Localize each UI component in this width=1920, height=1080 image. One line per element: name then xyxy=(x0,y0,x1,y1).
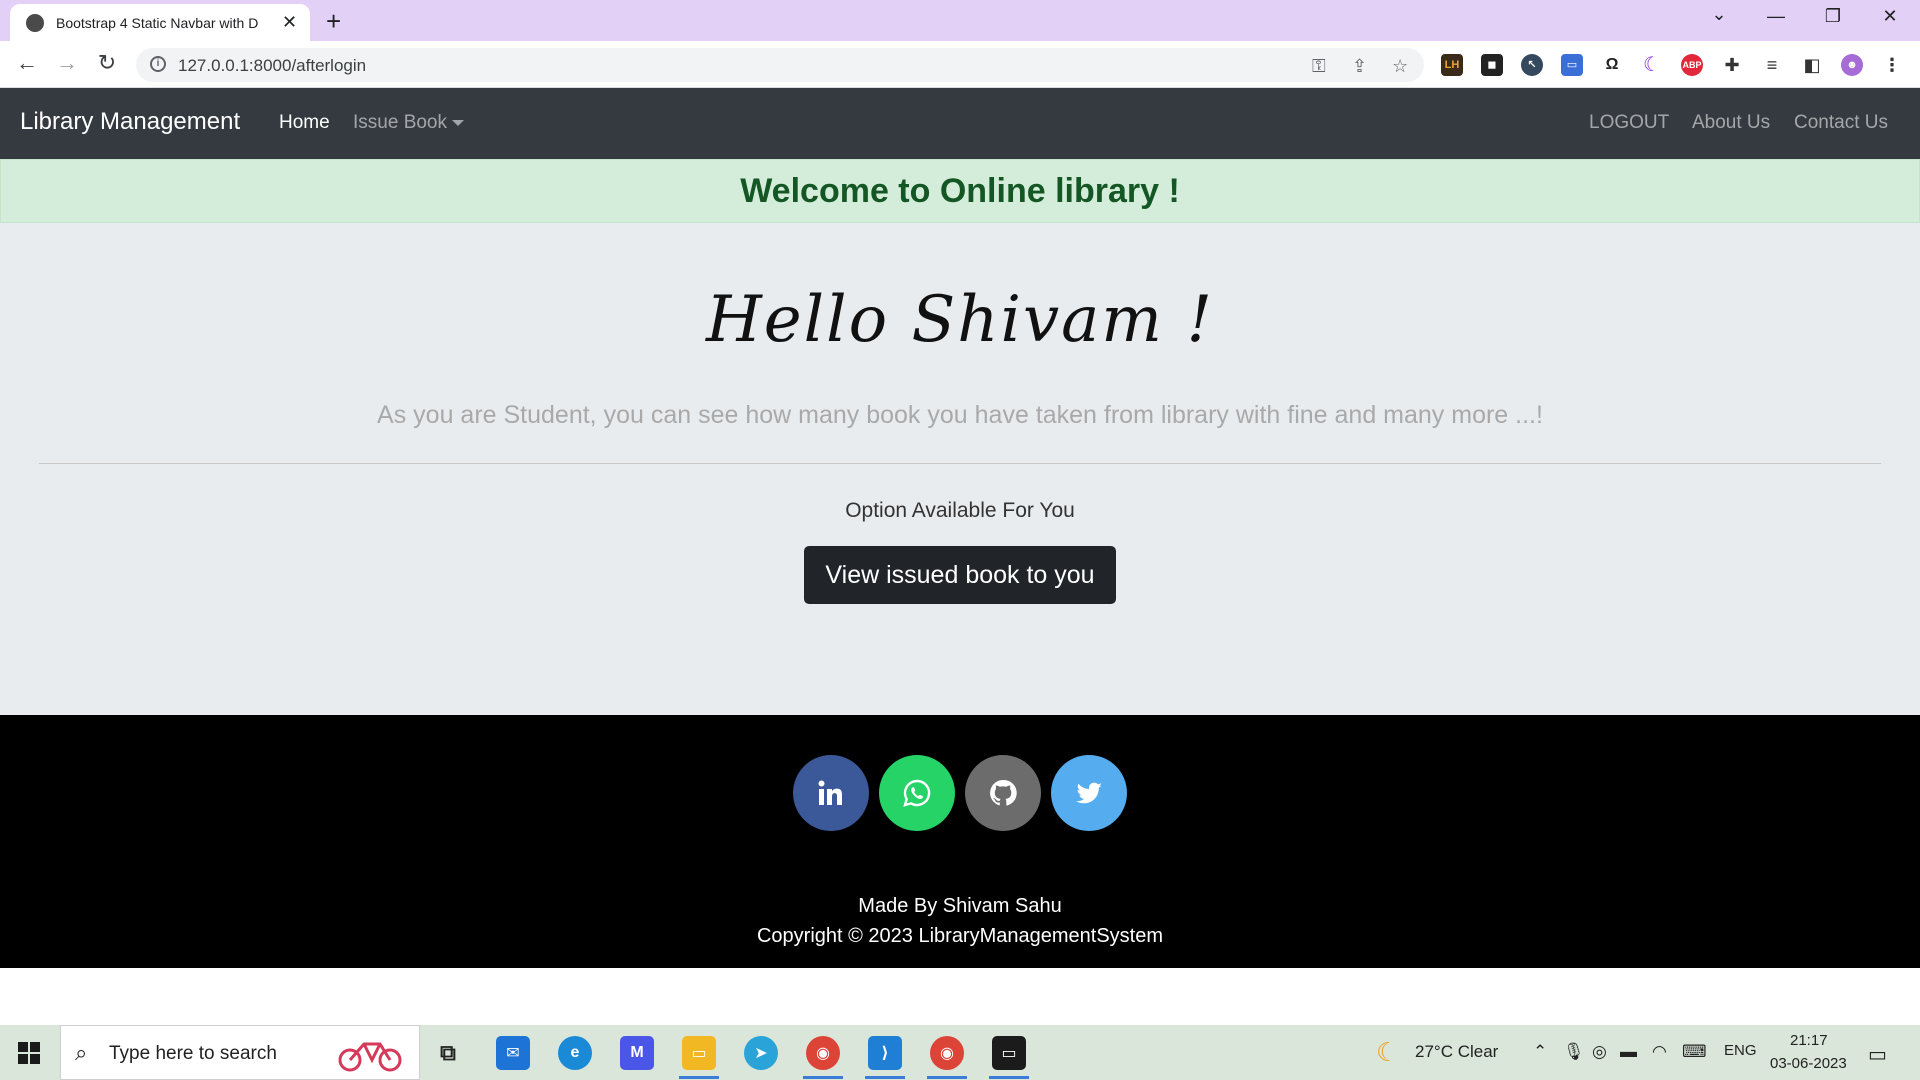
clock-date[interactable]: 03-06-2023 xyxy=(1770,1055,1847,1072)
weather-text[interactable]: 27°C Clear xyxy=(1415,1042,1498,1062)
browser-toolbar: ← → ↻ i 127.0.0.1:8000/afterlogin ⚿ ⇪ ☆ … xyxy=(0,41,1920,88)
show-hidden-icons-icon[interactable]: ⌃ xyxy=(1533,1042,1547,1062)
divider xyxy=(39,463,1881,464)
file-explorer-active-indicator xyxy=(679,1076,719,1079)
mail-app-icon[interactable]: ✉ xyxy=(496,1036,530,1070)
search-icon: ⌕ xyxy=(75,1040,88,1065)
window-close-icon[interactable]: ✕ xyxy=(1870,6,1910,27)
reload-icon[interactable]: ↻ xyxy=(92,50,122,76)
chrome-app-icon[interactable]: ◉ xyxy=(806,1036,840,1070)
side-panel-icon[interactable]: ◧ xyxy=(1801,54,1823,76)
nav-link-contact-us[interactable]: Contact Us xyxy=(1794,112,1888,134)
view-issued-book-button[interactable]: View issued book to you xyxy=(804,546,1116,604)
forward-icon[interactable]: → xyxy=(52,50,82,76)
bicycle-icon xyxy=(338,1042,402,1072)
language-indicator[interactable]: ENG xyxy=(1724,1042,1757,1059)
whatsapp-icon xyxy=(903,779,931,807)
browser-menu-icon[interactable]: ⋮ xyxy=(1881,54,1903,76)
lighthouse-extension-icon[interactable]: LH xyxy=(1441,54,1463,76)
vscode-active-indicator xyxy=(865,1076,905,1079)
caret-down-icon xyxy=(452,119,464,126)
taskbar-search-box[interactable]: ⌕ Type here to search xyxy=(60,1025,420,1080)
notifications-icon[interactable]: ▭ xyxy=(1868,1042,1887,1067)
terminal-active-indicator xyxy=(989,1076,1029,1079)
greeting-heading: Hello Shivam ! xyxy=(705,283,1215,357)
welcome-alert-text: Welcome to Online library ! xyxy=(740,172,1180,210)
keyboard-icon[interactable]: ⌨ xyxy=(1682,1042,1707,1062)
tab-title: Bootstrap 4 Static Navbar with D xyxy=(56,14,259,31)
address-bar[interactable]: i 127.0.0.1:8000/afterlogin ⚿ ⇪ ☆ xyxy=(136,48,1424,82)
taskbar-search-placeholder: Type here to search xyxy=(109,1043,277,1064)
url-text[interactable]: 127.0.0.1:8000/afterlogin xyxy=(178,56,366,76)
footer: Made By Shivam Sahu Copyright © 2023 Lib… xyxy=(0,715,1920,968)
github-button[interactable] xyxy=(965,755,1041,831)
dark-mode-extension-icon[interactable]: ☾ xyxy=(1641,54,1663,76)
options-label: Option Available For You xyxy=(845,499,1075,522)
welcome-alert: Welcome to Online library ! xyxy=(0,159,1920,223)
chrome-active-indicator xyxy=(803,1076,843,1079)
github-icon xyxy=(990,779,1017,806)
new-tab-icon[interactable]: + xyxy=(326,6,341,37)
close-tab-icon[interactable]: ✕ xyxy=(282,12,297,33)
twitter-icon xyxy=(1076,782,1102,804)
bookmark-star-icon[interactable]: ☆ xyxy=(1392,56,1408,77)
nav-link-issue-book-label: Issue Book xyxy=(353,112,447,133)
profile-avatar[interactable]: ☻ xyxy=(1841,54,1863,76)
nav-link-home[interactable]: Home xyxy=(279,112,330,134)
linkedin-icon xyxy=(818,780,842,805)
nav-link-logout[interactable]: LOGOUT xyxy=(1589,112,1669,134)
share-icon[interactable]: ⇪ xyxy=(1352,56,1367,77)
info-icon[interactable]: i xyxy=(150,56,166,72)
tab-search-icon[interactable]: ⌄ xyxy=(1699,4,1739,25)
back-icon[interactable]: ← xyxy=(12,50,42,76)
moon-weather-icon[interactable]: ☾ xyxy=(1376,1037,1399,1068)
browser-tab-strip: Bootstrap 4 Static Navbar with D ✕ + ⌄ —… xyxy=(0,0,1920,41)
telegram-app-icon[interactable]: ➤ xyxy=(744,1036,778,1070)
chrome-profile-active-indicator xyxy=(927,1076,967,1079)
webcam-icon[interactable]: ◎ xyxy=(1592,1042,1607,1062)
adblock-extension-icon[interactable]: ABP xyxy=(1681,54,1703,76)
windows-start-icon[interactable] xyxy=(18,1042,40,1064)
whatsapp-button[interactable] xyxy=(879,755,955,831)
twitter-button[interactable] xyxy=(1051,755,1127,831)
file-explorer-icon[interactable]: ▭ xyxy=(682,1036,716,1070)
screen-extension-icon[interactable]: ▭ xyxy=(1561,54,1583,76)
puzzle-extensions-icon[interactable]: ✚ xyxy=(1721,54,1743,76)
copyright-text: Copyright © 2023 LibraryManagementSystem xyxy=(756,925,1164,947)
edge-app-icon[interactable]: e xyxy=(558,1036,592,1070)
clock-time[interactable]: 21:17 xyxy=(1790,1032,1828,1049)
globe-icon xyxy=(26,13,44,32)
vscode-app-icon[interactable]: ⟩ xyxy=(868,1036,902,1070)
windows-taskbar: ⌕ Type here to search ⧉ ✉ e M ▭ ➤ ◉ ⟩ ◉ … xyxy=(0,1025,1920,1080)
nav-dropdown-issue-book[interactable]: Issue Book xyxy=(353,112,464,134)
lead-text: As you are Student, you can see how many… xyxy=(377,401,1543,429)
omega-extension-icon[interactable]: Ω xyxy=(1601,54,1623,76)
cursor-extension-icon[interactable]: ↖ xyxy=(1521,54,1543,76)
browser-tab[interactable]: Bootstrap 4 Static Navbar with D ✕ xyxy=(10,4,310,41)
web-page: Library Management Home Issue Book LOGOU… xyxy=(0,88,1920,1025)
extension-icon[interactable]: ◼ xyxy=(1481,54,1503,76)
minimize-icon[interactable]: — xyxy=(1756,6,1796,27)
maple-app-icon[interactable]: M xyxy=(620,1036,654,1070)
navbar-brand[interactable]: Library Management xyxy=(20,108,240,136)
chrome-profile-app-icon[interactable]: ◉ xyxy=(930,1036,964,1070)
terminal-app-icon[interactable]: ▭ xyxy=(992,1036,1026,1070)
media-controls-icon[interactable]: ≡ xyxy=(1761,54,1783,76)
nav-link-about-us[interactable]: About Us xyxy=(1692,112,1770,134)
key-icon[interactable]: ⚿ xyxy=(1312,56,1326,77)
task-view-icon[interactable]: ⧉ xyxy=(431,1036,465,1070)
made-by-text: Made By Shivam Sahu xyxy=(858,895,1062,917)
restore-icon[interactable]: ❐ xyxy=(1813,6,1853,27)
wifi-icon[interactable]: ◠ xyxy=(1652,1042,1667,1062)
linkedin-button[interactable] xyxy=(793,755,869,831)
microphone-icon[interactable]: 🎙 xyxy=(1563,1042,1585,1062)
jumbotron: Hello Shivam ! As you are Student, you c… xyxy=(0,223,1920,715)
battery-icon[interactable]: ▬ xyxy=(1620,1042,1637,1062)
navbar: Library Management Home Issue Book LOGOU… xyxy=(0,88,1920,159)
